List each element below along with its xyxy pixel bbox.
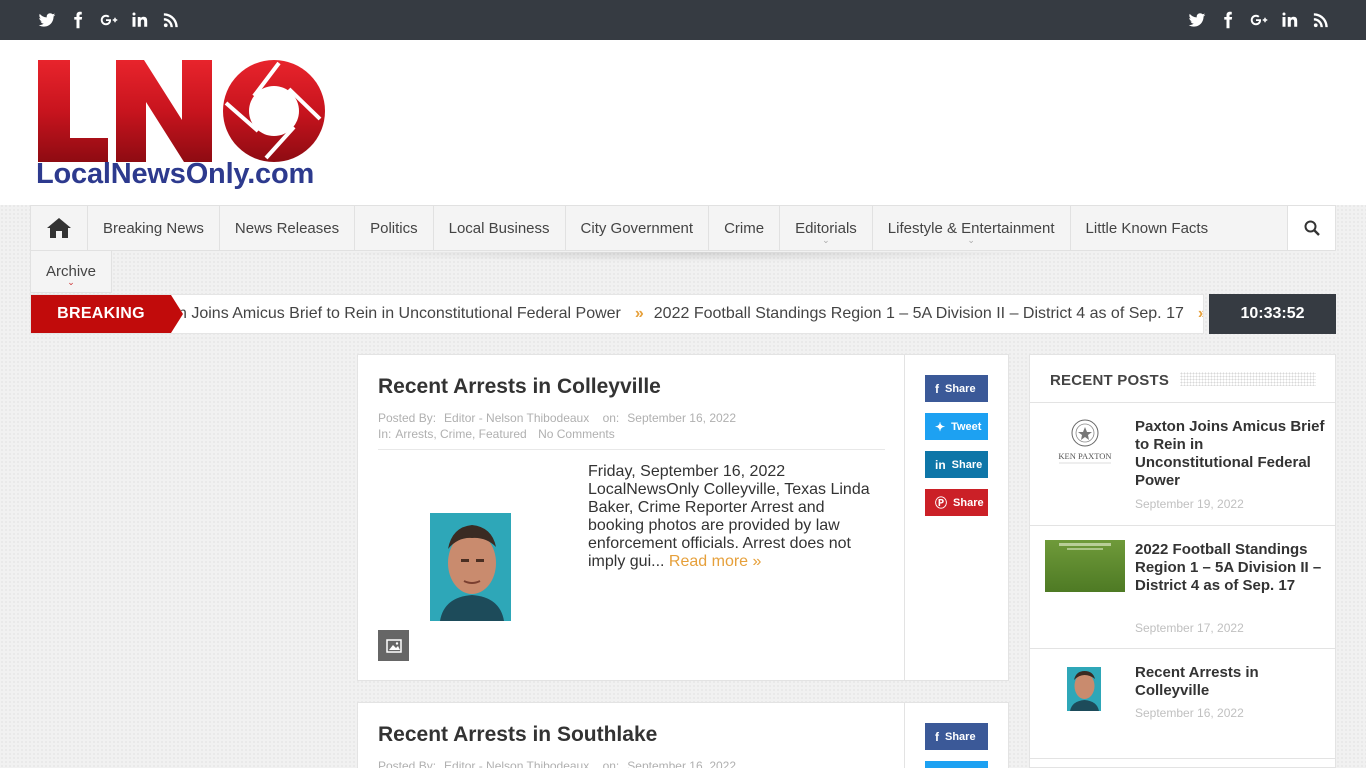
decorative-dots — [1180, 372, 1316, 386]
article-date: September 16, 2022 — [627, 411, 737, 425]
widget-header: RECENT POSTS — [1030, 355, 1335, 403]
pinterest-share-button[interactable]: Ⓟ Share — [925, 489, 988, 516]
nav-item-politics[interactable]: Politics — [355, 206, 434, 250]
article-body: Recent Arrests in Colleyville Posted By:… — [358, 355, 905, 680]
nav-item-archive[interactable]: Archive ⌄ — [30, 251, 112, 293]
article-body: Recent Arrests in Southlake Posted By: Ed… — [358, 703, 905, 768]
nav-item-little-known-facts[interactable]: Little Known Facts — [1071, 206, 1224, 250]
google-plus-icon[interactable] — [99, 11, 118, 30]
nav-item-news-releases[interactable]: News Releases — [220, 206, 356, 250]
home-icon — [47, 218, 71, 238]
facebook-icon[interactable] — [1218, 11, 1237, 30]
divider — [378, 449, 885, 450]
top-bar — [0, 0, 1366, 40]
ticker-items: n Joins Amicus Brief to Rein in Unconsti… — [171, 295, 1203, 333]
linkedin-icon: in — [935, 457, 946, 472]
nav-home[interactable] — [31, 206, 88, 250]
recent-post-thumbnail[interactable]: KEN PAXTON — [1045, 417, 1125, 469]
ticker-item[interactable]: n Joins Amicus Brief to Rein in Unconsti… — [178, 305, 621, 323]
twitter-icon[interactable] — [1187, 11, 1206, 30]
recent-post-title[interactable]: Paxton Joins Amicus Brief to Rein in Unc… — [1135, 418, 1325, 490]
pinterest-icon: Ⓟ — [935, 496, 948, 510]
article-byline: Posted By: Editor - Nelson Thibodeaux on:… — [378, 759, 744, 768]
recent-post-date: September 16, 2022 — [1135, 706, 1244, 720]
nav-item-editorials[interactable]: Editorials ⌄ — [780, 206, 873, 250]
nav-item-city-government[interactable]: City Government — [566, 206, 710, 250]
linkedin-share-button[interactable]: in Share — [925, 451, 988, 478]
article-card: Recent Arrests in Colleyville Posted By:… — [357, 354, 1009, 681]
recent-post-thumbnail[interactable] — [1045, 663, 1125, 715]
facebook-share-button[interactable]: f Share — [925, 723, 988, 750]
article-title[interactable]: Recent Arrests in Southlake — [378, 723, 657, 747]
article-excerpt: Friday, September 16, 2022 LocalNewsOnly… — [588, 463, 870, 570]
chevron-down-icon: ⌄ — [967, 235, 975, 245]
twitter-share-button[interactable]: ✦ Tweet — [925, 413, 988, 440]
recent-post-item[interactable]: Recent Arrests in Colleyville September … — [1030, 649, 1335, 759]
thumb-caption: KEN PAXTON — [1058, 451, 1111, 461]
ticker-item[interactable]: 2022 Football Standings Region 1 – 5A Di… — [654, 305, 1184, 323]
twitter-icon: ✦ — [935, 419, 946, 434]
breaking-news-ticker: BREAKING n Joins Amicus Brief to Rein in… — [30, 294, 1204, 334]
nav-item-local-business[interactable]: Local Business — [434, 206, 566, 250]
recent-post-date: September 17, 2022 — [1135, 621, 1244, 635]
widget-title: RECENT POSTS — [1050, 372, 1170, 389]
recent-post-title[interactable]: Recent Arrests in Colleyville — [1135, 664, 1325, 700]
clock: 10:33:52 — [1209, 294, 1336, 334]
breaking-label: BREAKING — [31, 295, 183, 333]
read-more-link[interactable]: Read more » — [669, 553, 762, 570]
logo-url-text: LocalNewsOnly.com — [36, 158, 315, 190]
recent-post-date: September 19, 2022 — [1135, 497, 1244, 511]
recent-post-item[interactable]: KEN PAXTON Paxton Joins Amicus Brief to … — [1030, 403, 1335, 526]
article-author[interactable]: Editor - Nelson Thibodeaux — [444, 759, 589, 768]
social-links-right — [1187, 0, 1330, 40]
article-author[interactable]: Editor - Nelson Thibodeaux — [444, 411, 589, 425]
logo-lno-mark — [38, 60, 325, 162]
article-categories[interactable]: Arrests, Crime, Featured — [395, 427, 526, 441]
recent-posts-widget: RECENT POSTS KEN PAXTON Paxton Joins Ami… — [1029, 354, 1336, 768]
rss-icon[interactable] — [161, 11, 180, 30]
facebook-icon[interactable] — [68, 11, 87, 30]
recent-post-item[interactable]: 2022 Football Standings Region 1 – 5A Di… — [1030, 526, 1335, 649]
article-thumbnail[interactable] — [430, 513, 511, 621]
google-plus-icon[interactable] — [1249, 11, 1268, 30]
search-button[interactable] — [1287, 206, 1335, 250]
article-categories-line: In: Arrests, Crime, Featured No Comments — [378, 427, 615, 441]
recent-post-title[interactable]: 2022 Football Standings Region 1 – 5A Di… — [1135, 541, 1325, 595]
nav-shadow — [330, 252, 1050, 262]
image-format-icon — [378, 630, 409, 661]
chevron-down-icon: ⌄ — [822, 235, 830, 245]
chevron-down-icon: ⌄ — [67, 277, 75, 287]
facebook-share-button[interactable]: f Share — [925, 375, 988, 402]
recent-post-thumbnail[interactable] — [1045, 540, 1125, 592]
search-icon — [1304, 220, 1320, 236]
double-chevron-icon: » — [634, 305, 644, 322]
article-title[interactable]: Recent Arrests in Colleyville — [378, 375, 661, 399]
linkedin-icon[interactable] — [1280, 11, 1299, 30]
social-links-left — [37, 0, 180, 40]
main-nav: Breaking News News Releases Politics Loc… — [30, 205, 1336, 251]
nav-item-crime[interactable]: Crime — [709, 206, 781, 250]
linkedin-icon[interactable] — [130, 11, 149, 30]
double-chevron-icon: » — [1198, 305, 1203, 323]
article-comments[interactable]: No Comments — [538, 427, 615, 441]
nav-item-lifestyle-entertainment[interactable]: Lifestyle & Entertainment ⌄ — [873, 206, 1071, 250]
site-logo[interactable]: LocalNewsOnly.com — [36, 58, 328, 194]
article-byline: Posted By: Editor - Nelson Thibodeaux on:… — [378, 411, 737, 425]
facebook-icon: f — [935, 729, 939, 744]
article-date: September 16, 2022 — [627, 759, 737, 768]
facebook-icon: f — [935, 381, 939, 396]
article-card: Recent Arrests in Southlake Posted By: Ed… — [357, 702, 1009, 768]
nav-item-breaking-news[interactable]: Breaking News — [88, 206, 220, 250]
twitter-icon[interactable] — [37, 11, 56, 30]
rss-icon[interactable] — [1311, 11, 1330, 30]
twitter-share-button[interactable] — [925, 761, 988, 768]
